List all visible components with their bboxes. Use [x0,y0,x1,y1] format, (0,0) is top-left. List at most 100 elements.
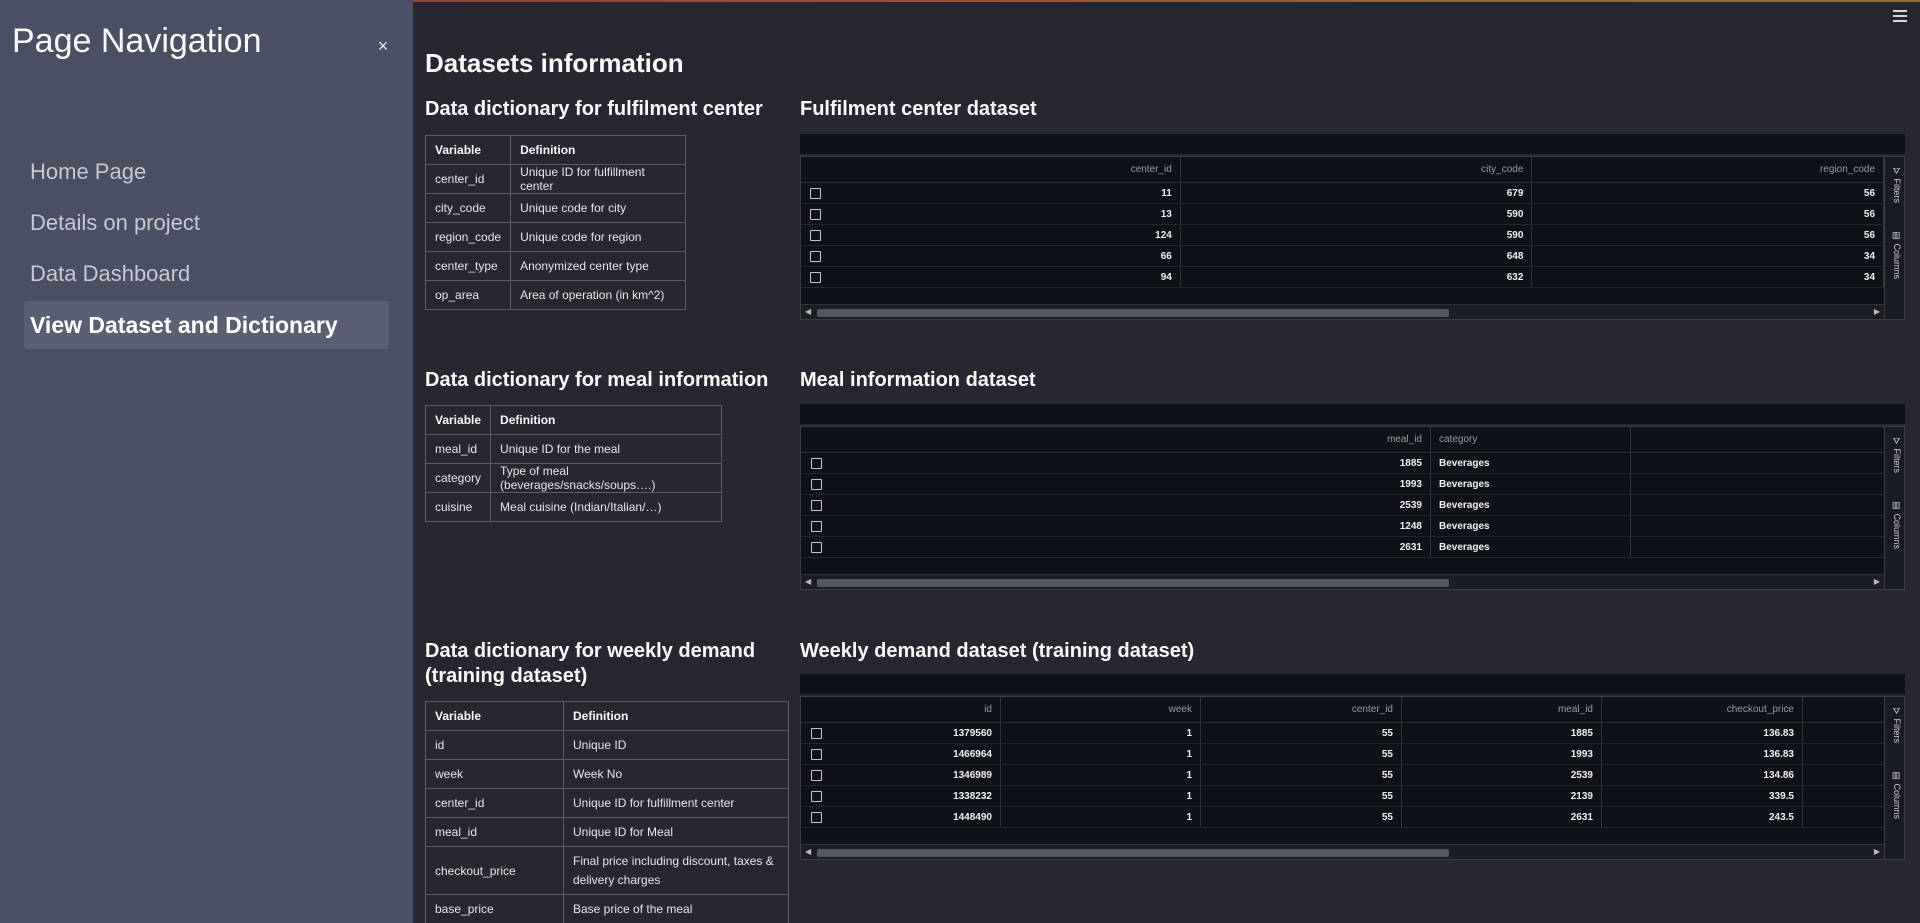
df-column-header[interactable]: category [1431,427,1631,452]
dict-variable-cell: base_price [425,894,564,923]
df-row: 1448490 1 55 2631 243.5 [801,807,1884,828]
df-cell: 55 [1201,744,1402,764]
dict-weekly-table: Variable Definition id Unique ID week Week No… [425,701,789,923]
filters-tab[interactable]: ⛛ Filters [1888,707,1902,743]
df-row: 1885 Beverages [801,453,1884,474]
df-grid: id week center_id meal_id checkout_price 1379… [801,697,1884,859]
scroll-right-arrow-icon[interactable]: ▶ [1874,577,1880,586]
df-cell: 11 [830,183,1181,203]
df-column-header[interactable]: center_id [830,157,1181,182]
row-select-checkbox[interactable] [801,727,831,739]
df-cell: 124 [830,225,1181,245]
sidebar-item-home-page[interactable]: Home Page [24,148,389,196]
df-cell: 56 [1532,225,1884,245]
dict-variable-cell: id [425,730,564,760]
columns-tab[interactable]: ▥ Columns [1888,231,1902,279]
df-cell: 1993 [1402,744,1602,764]
row-select-checkbox[interactable] [801,478,831,490]
scrollbar-thumb[interactable] [817,849,1449,857]
df-column-header[interactable]: meal_id [831,427,1431,452]
df-row: 1248 Beverages [801,516,1884,537]
dict-definition-cell: Unique ID for Meal [563,817,789,847]
scroll-left-arrow-icon[interactable]: ◀ [805,577,811,586]
main-menu-icon[interactable] [1893,10,1907,22]
df-column-header[interactable]: checkout_price [1602,697,1803,722]
row-select-checkbox[interactable] [801,769,831,781]
df-column-header[interactable]: center_id [1201,697,1402,722]
df-cell: 1 [1001,807,1201,827]
df-weekly: id week center_id meal_id checkout_price 1379… [800,674,1905,860]
df-cell: 13 [830,204,1181,224]
dict-header-variable: Variable [424,135,512,165]
scroll-left-arrow-icon[interactable]: ◀ [805,307,811,316]
df-cell: 679 [1181,183,1533,203]
df-cell: 2631 [831,537,1431,557]
df-cell: 648 [1181,246,1533,266]
dict-variable-cell: meal_id [424,434,492,464]
row-select-checkbox[interactable] [801,271,830,283]
df-cell: 1466964 [831,744,1001,764]
df-column-header[interactable]: week [1001,697,1201,722]
dict-header-variable: Variable [425,701,564,731]
df-cell: 590 [1181,204,1533,224]
scrollbar-thumb[interactable] [817,579,1449,587]
row-select-checkbox[interactable] [801,748,831,760]
df-header-row: center_id city_code region_code [801,157,1884,183]
df-column-header[interactable]: city_code [1181,157,1533,182]
row-select-checkbox[interactable] [801,499,831,511]
df-side-panel: ⛛ Filters ▥ Columns [1884,157,1904,319]
df-column-header[interactable]: id [831,697,1001,722]
filters-tab[interactable]: ⛛ Filters [1888,167,1902,203]
df-fulfil-title: Fulfilment center dataset [800,98,1037,120]
dict-definition-cell: Unique code for region [510,222,687,252]
horizontal-scrollbar[interactable]: ◀ ▶ [801,844,1884,859]
dict-definition-cell: Unique code for city [510,193,687,223]
row-select-checkbox[interactable] [801,541,831,553]
scroll-right-arrow-icon[interactable]: ▶ [1874,307,1880,316]
df-cell: 1885 [831,453,1431,473]
columns-tab[interactable]: ▥ Columns [1888,501,1902,549]
scroll-right-arrow-icon[interactable]: ▶ [1874,847,1880,856]
row-select-checkbox[interactable] [801,457,831,469]
horizontal-scrollbar[interactable]: ◀ ▶ [801,574,1884,589]
sidebar-item-view-dataset-and-dictionary[interactable]: View Dataset and Dictionary [24,301,389,349]
dict-row: base_price Base price of the meal [425,894,789,923]
columns-tab[interactable]: ▥ Columns [1888,771,1902,819]
df-cell: 1338232 [831,786,1001,806]
row-select-checkbox[interactable] [801,229,830,241]
dict-definition-cell: Area of operation (in km^2) [510,280,687,310]
row-select-checkbox[interactable] [801,520,831,532]
df-cell: 243.5 [1602,807,1803,827]
dict-row: meal_id Unique ID for the meal [424,434,723,464]
scroll-left-arrow-icon[interactable]: ◀ [805,847,811,856]
df-row: 66 648 34 [801,246,1884,267]
df-cell: 590 [1181,225,1533,245]
df-body: center_id city_code region_code 11 679 56 13 59… [800,156,1905,320]
row-select-checkbox[interactable] [801,811,831,823]
row-select-checkbox[interactable] [801,250,830,262]
horizontal-scrollbar[interactable]: ◀ ▶ [801,304,1884,319]
dict-variable-cell: category [424,463,492,493]
df-row: 13 590 56 [801,204,1884,225]
row-select-checkbox[interactable] [801,187,830,199]
dict-variable-cell: week [425,759,564,789]
df-row: 2539 Beverages [801,495,1884,516]
row-select-checkbox[interactable] [801,790,831,802]
filters-tab[interactable]: ⛛ Filters [1888,437,1902,473]
sidebar-item-details-on-project[interactable]: Details on project [24,199,389,247]
sidebar-item-data-dashboard[interactable]: Data Dashboard [24,250,389,298]
df-body: meal_id category 1885 Beverages 1993 Beverage… [800,426,1905,590]
row-select-checkbox[interactable] [801,208,830,220]
df-column-header[interactable]: region_code [1532,157,1884,182]
dict-header-row: Variable Definition [424,405,723,435]
close-sidebar-icon[interactable]: × [373,36,393,56]
dict-definition-cell: Anonymized center type [510,251,687,281]
sidebar-nav: Home Page Details on project Data Dashbo… [24,148,389,352]
dict-row: center_id Unique ID for fulfillment cente… [424,164,687,194]
df-cell: 55 [1201,723,1402,743]
df-column-header[interactable]: meal_id [1402,697,1602,722]
scrollbar-thumb[interactable] [817,309,1449,317]
df-cell: Beverages [1431,537,1631,557]
df-row: 124 590 56 [801,225,1884,246]
df-cell: 2539 [831,495,1431,515]
